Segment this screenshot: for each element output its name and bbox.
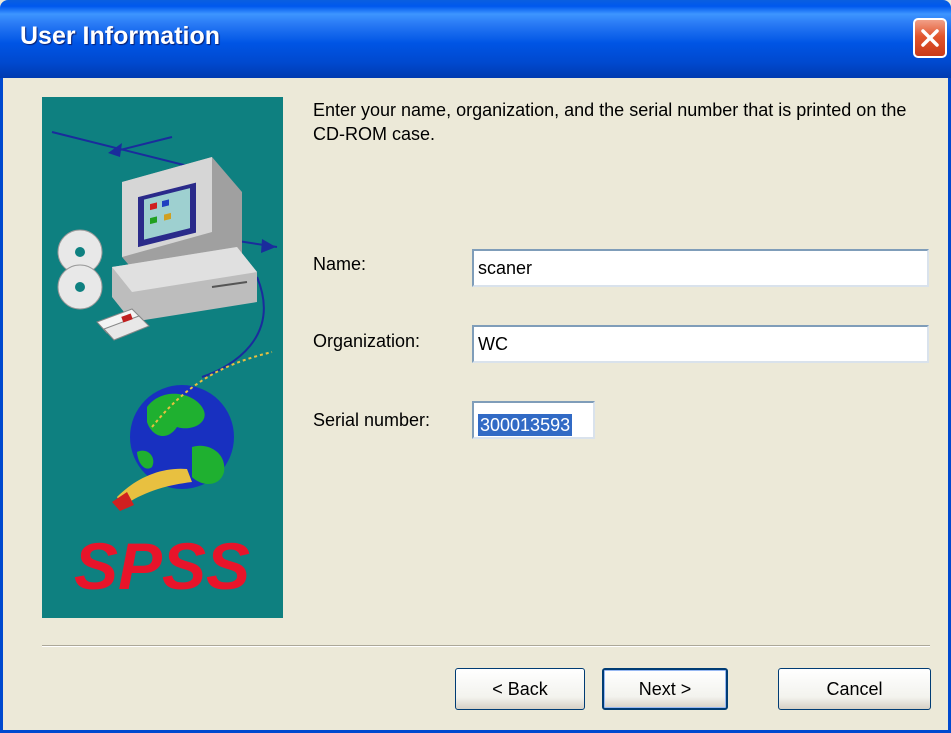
back-button[interactable]: < Back xyxy=(455,668,585,710)
serial-number-label: Serial number: xyxy=(313,410,431,430)
spss-logo: SPSS xyxy=(74,529,250,603)
name-label: Name: xyxy=(313,254,367,274)
serial-number-value: 300013593 xyxy=(478,414,573,436)
organization-field[interactable]: WC xyxy=(472,325,929,363)
button-separator xyxy=(42,645,930,647)
serial-number-field[interactable]: 300013593 xyxy=(472,401,595,439)
cancel-button[interactable]: Cancel xyxy=(778,668,931,710)
window-title: User Information xyxy=(20,22,221,50)
instruction-text: Enter your name, organization, and the s… xyxy=(313,100,907,144)
title-bar[interactable]: User Information xyxy=(0,0,951,78)
dialog-window: User Information SPSS Enter your name, o… xyxy=(0,0,951,733)
organization-label: Organization: xyxy=(313,331,421,351)
organization-value: WC xyxy=(478,334,508,354)
close-button[interactable] xyxy=(913,18,947,58)
setup-illustration: SPSS xyxy=(42,97,283,618)
name-value: scaner xyxy=(478,258,533,278)
name-field[interactable]: scaner xyxy=(472,249,929,287)
close-icon xyxy=(921,29,939,47)
next-button[interactable]: Next > xyxy=(602,668,728,710)
computer-globe-illustration: SPSS xyxy=(51,131,278,603)
